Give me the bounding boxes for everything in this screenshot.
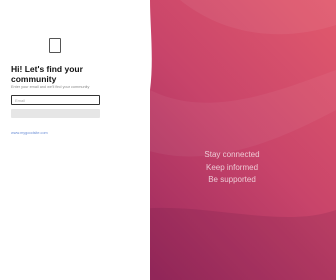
submit-button[interactable]: [11, 109, 100, 118]
slogan-line: Keep informed: [205, 162, 259, 172]
footer-link[interactable]: www.mygoodsite.com: [11, 131, 48, 135]
page-title: Hi! Let's find your community: [11, 64, 83, 84]
subtitle: Enter your email and we'll find your com…: [11, 85, 90, 89]
login-panel: Hi! Let's find your community Enter your…: [0, 0, 150, 280]
slogan-line: Be supported: [208, 175, 256, 184]
page: Hi! Let's find your community Enter your…: [0, 0, 336, 280]
slogan-line: Stay connected: [204, 150, 260, 159]
email-field[interactable]: [11, 95, 100, 105]
slogan: Stay connected Keep informed Be supporte…: [188, 149, 276, 187]
phone-icon: [49, 38, 61, 53]
